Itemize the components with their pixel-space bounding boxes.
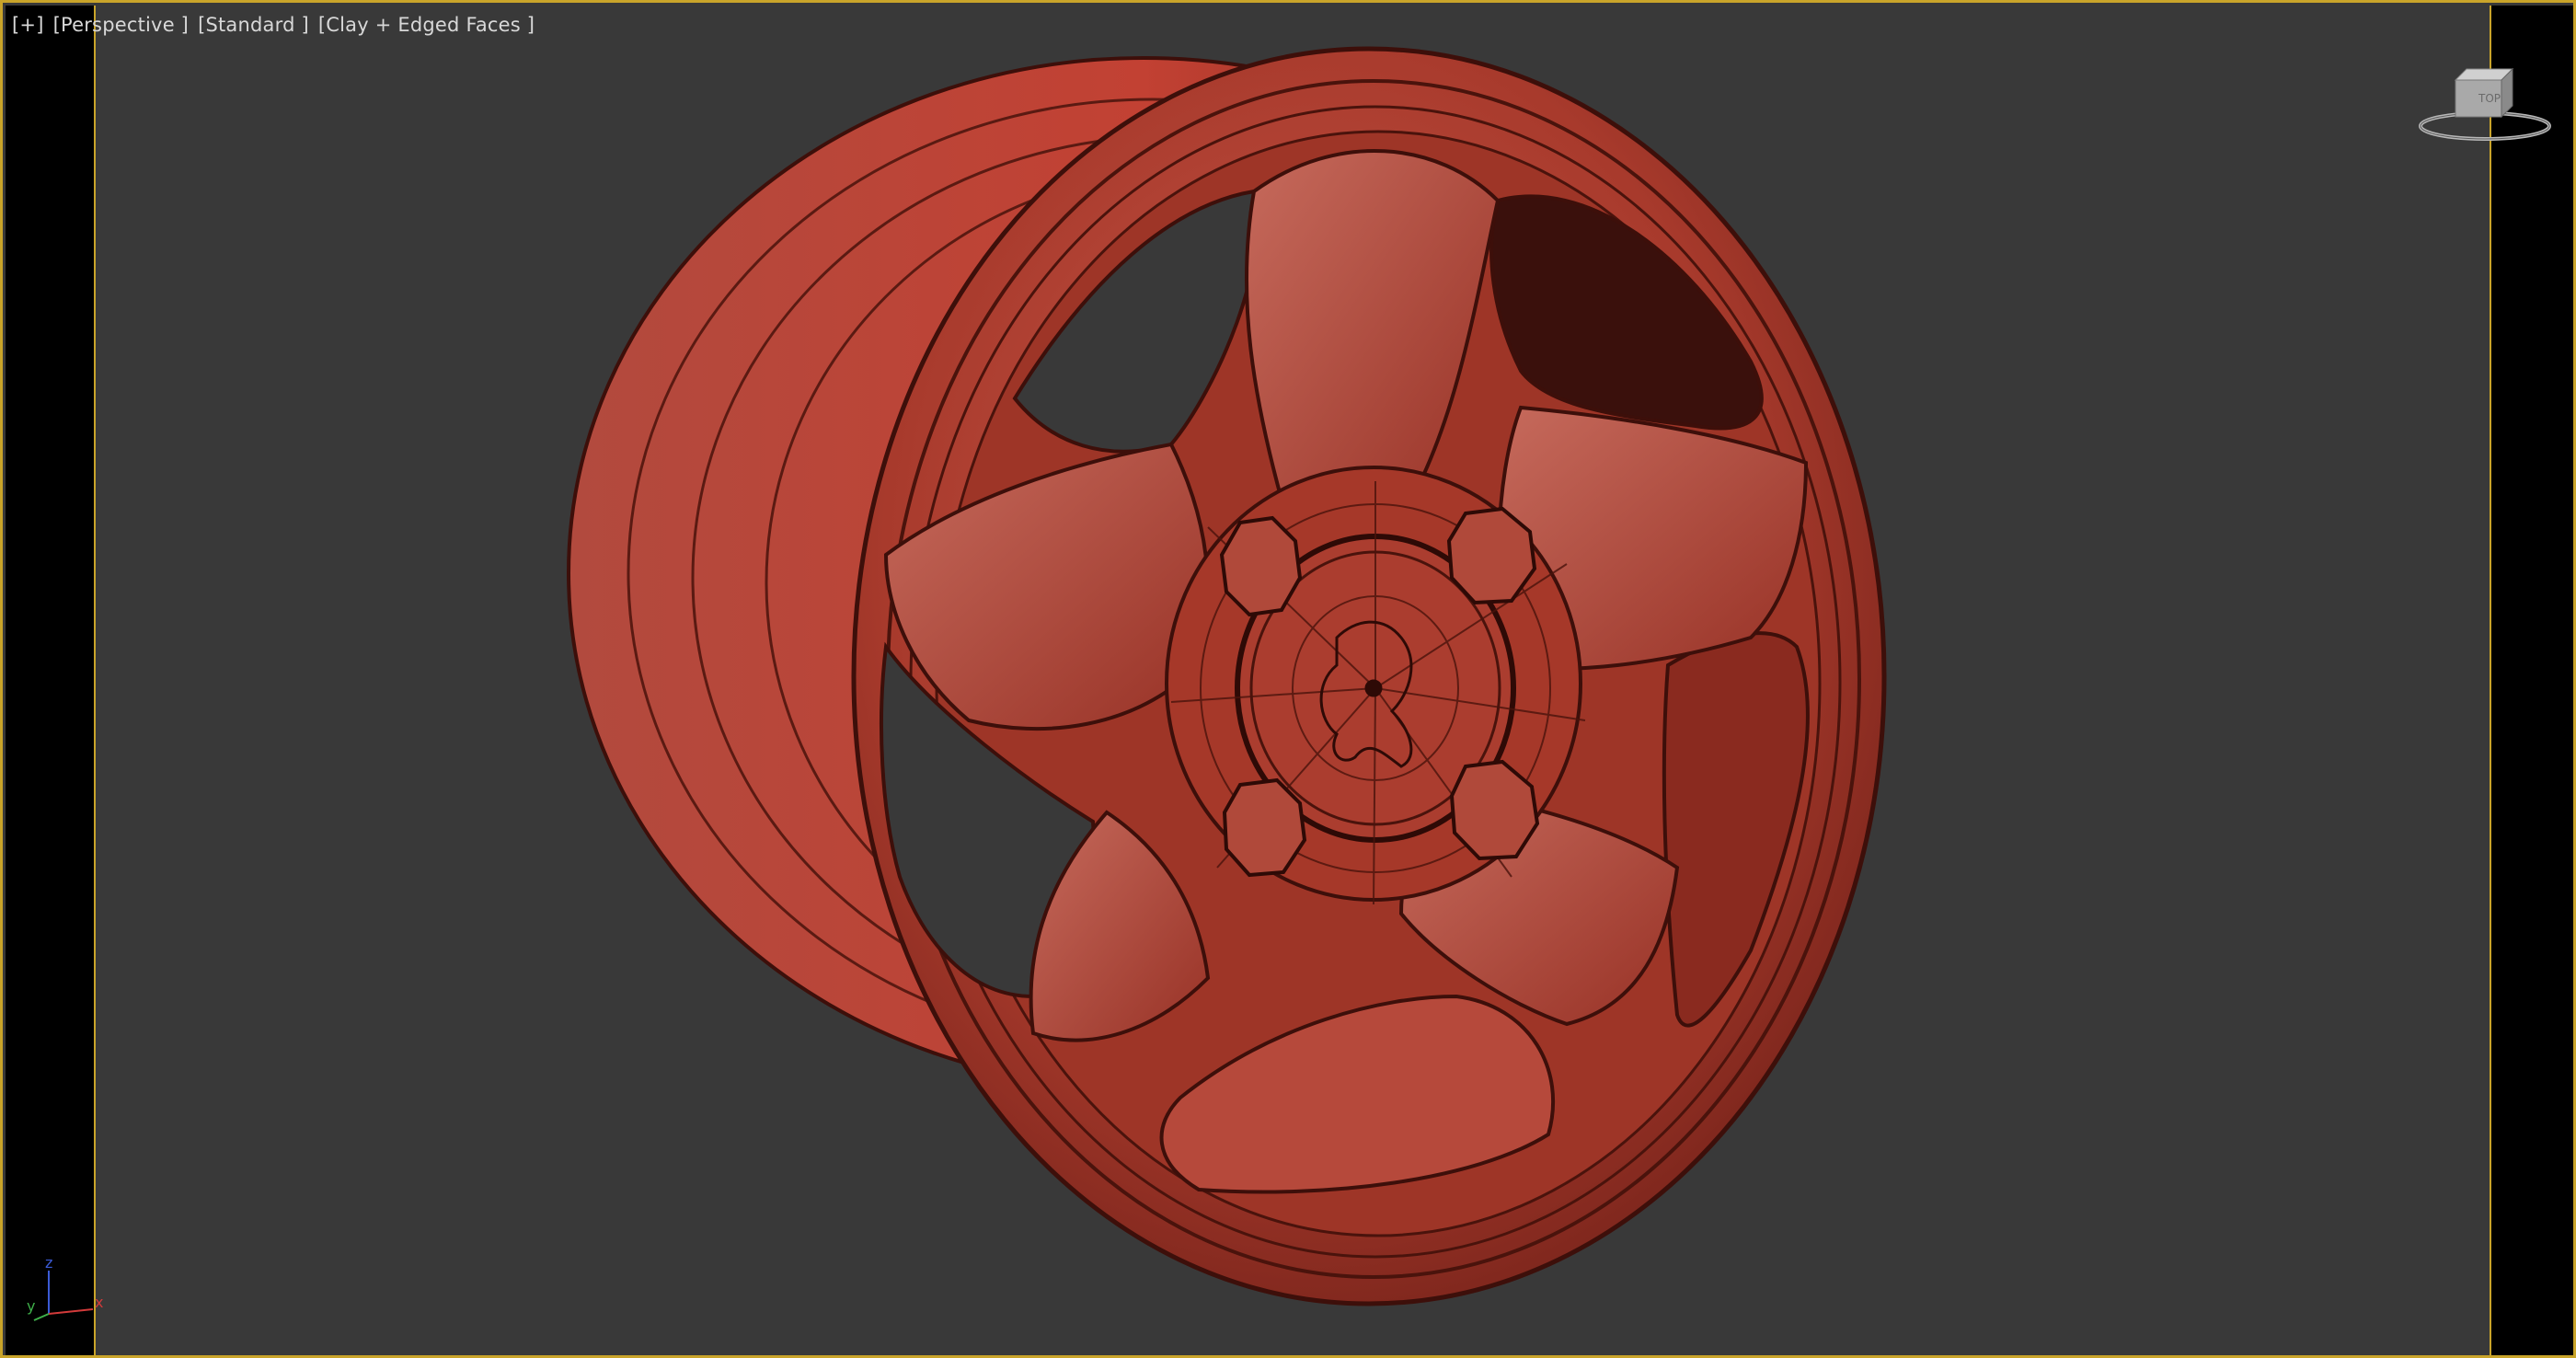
viewport-display-mode-label[interactable]: [Clay + Edged Faces ]	[318, 14, 535, 36]
axis-y-label: y	[27, 1297, 35, 1315]
safe-frame	[94, 6, 2491, 1355]
viewcube-face-label: TOP	[2478, 92, 2501, 105]
viewport-left-bar	[6, 6, 94, 1355]
axis-x-label: x	[95, 1294, 103, 1311]
axis-z-label: z	[45, 1254, 52, 1272]
viewcube-icon[interactable]: TOP	[2411, 62, 2559, 154]
viewport-point-of-view-label[interactable]: [Perspective ]	[53, 14, 189, 36]
axis-tripod-icon: z x y	[27, 1254, 103, 1321]
perspective-viewport[interactable]: [+] [Perspective ] [Standard ] [Clay + Edge…	[0, 0, 2576, 1358]
viewport-right-bar	[2491, 6, 2573, 1355]
viewport-labels: [+] [Perspective ] [Standard ] [Clay + Edge…	[12, 14, 544, 36]
viewport-shading-preset-label[interactable]: [Standard ]	[198, 14, 309, 36]
viewport-menu-plus[interactable]: [+]	[12, 14, 44, 36]
